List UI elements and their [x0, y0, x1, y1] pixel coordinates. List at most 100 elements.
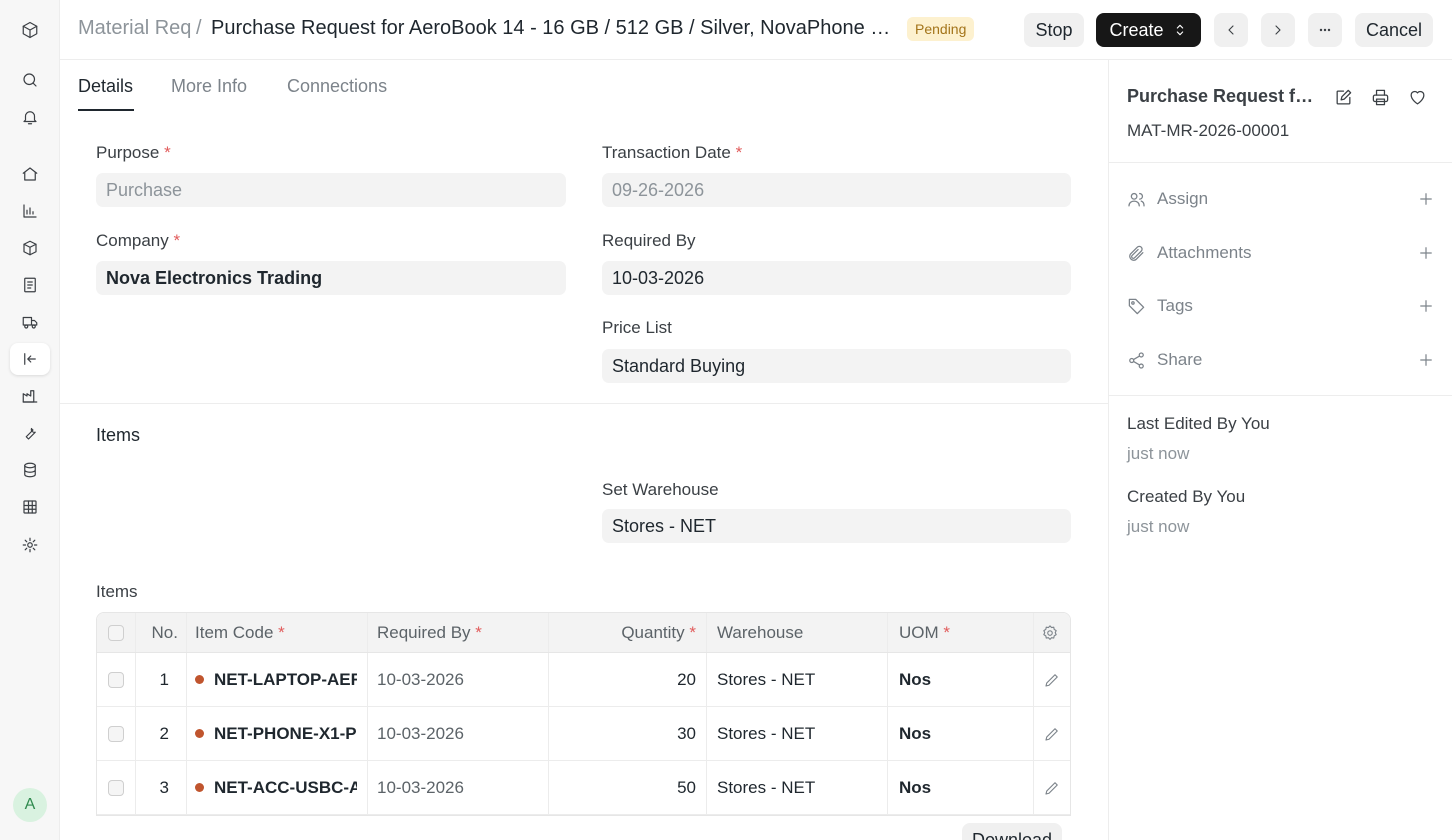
add-attachment-plus-icon[interactable] [1417, 244, 1437, 264]
row-warehouse[interactable]: Stores - NET [717, 707, 887, 760]
avatar[interactable]: A [13, 788, 47, 822]
row-item-code[interactable]: NET-PHONE-X1-PRO [195, 707, 357, 760]
tab-details[interactable]: Details [78, 76, 133, 97]
edit-row-pencil-icon[interactable] [1043, 653, 1063, 706]
app-logo-icon[interactable] [10, 14, 50, 46]
row-checkbox[interactable] [108, 761, 128, 814]
truck-icon[interactable] [10, 306, 50, 338]
database-icon[interactable] [10, 454, 50, 486]
edit-icon[interactable] [1331, 85, 1355, 109]
document-id: MAT-MR-2026-00001 [1127, 121, 1290, 140]
header-quantity: Quantity * [621, 622, 696, 642]
row-required-by[interactable]: 10-03-2026 [377, 707, 547, 760]
select-all-checkbox[interactable] [108, 613, 128, 652]
collapse-icon[interactable] [10, 343, 50, 375]
chevron-left-icon [1223, 22, 1239, 38]
items-table: No. Item Code * Required By * Quantity *… [96, 612, 1071, 816]
breadcrumb-separator: / [196, 17, 202, 39]
bell-icon[interactable] [10, 101, 50, 133]
share-icon [1127, 351, 1147, 371]
row-no: 3 [159, 777, 169, 797]
tags-row[interactable]: Tags [1127, 295, 1437, 319]
home-icon[interactable] [10, 158, 50, 190]
row-item-code[interactable]: NET-ACC-USBC-ADAPTER [195, 761, 357, 814]
attachments-label: Attachments [1157, 243, 1252, 262]
create-button[interactable]: Create [1096, 13, 1201, 47]
row-no: 2 [159, 723, 169, 743]
header-uom: UOM * [899, 622, 951, 642]
required-by-label: Required By [602, 231, 696, 250]
required-by-field[interactable]: 10-03-2026 [602, 261, 1071, 295]
previous-button[interactable] [1214, 13, 1248, 47]
wrench-icon[interactable] [10, 417, 50, 449]
row-warehouse[interactable]: Stores - NET [717, 761, 887, 814]
page-title: Purchase Request for AeroBook 14 - 16 GB… [211, 17, 896, 39]
row-quantity[interactable]: 20 [549, 653, 696, 706]
last-edited-time: just now [1127, 444, 1190, 463]
row-required-by[interactable]: 10-03-2026 [377, 761, 547, 814]
table-row[interactable]: 1 NET-LAPTOP-AERO14 10-03-2026 20 Stores… [97, 653, 1070, 707]
add-assign-plus-icon[interactable] [1417, 190, 1437, 210]
edit-row-pencil-icon[interactable] [1043, 707, 1063, 760]
heart-icon[interactable] [1405, 85, 1429, 109]
row-item-code[interactable]: NET-LAPTOP-AERO14 [195, 653, 357, 706]
row-warehouse[interactable]: Stores - NET [717, 653, 887, 706]
row-quantity[interactable]: 50 [549, 761, 696, 814]
tab-connections[interactable]: Connections [287, 76, 387, 97]
stop-button[interactable]: Stop [1024, 13, 1084, 47]
cancel-button[interactable]: Cancel [1355, 13, 1433, 47]
breadcrumb-material-request[interactable]: Material Request [78, 17, 192, 40]
more-actions-button[interactable] [1308, 13, 1342, 47]
column-settings-gear-icon[interactable] [1041, 613, 1063, 652]
chart-icon[interactable] [10, 195, 50, 227]
row-required-by[interactable]: 10-03-2026 [377, 653, 547, 706]
row-checkbox[interactable] [108, 653, 128, 706]
document-icon[interactable] [10, 269, 50, 301]
row-quantity[interactable]: 30 [549, 707, 696, 760]
tag-icon [1127, 297, 1147, 317]
active-tab-indicator [78, 109, 134, 111]
status-badge: Pending [907, 17, 975, 41]
header-required-by: Required By * [377, 622, 482, 642]
row-uom[interactable]: Nos [899, 707, 1029, 760]
factory-icon[interactable] [10, 380, 50, 412]
sidebar-divider [1109, 162, 1452, 163]
header-warehouse: Warehouse [717, 622, 804, 642]
tab-more-info[interactable]: More Info [171, 76, 247, 97]
row-checkbox[interactable] [108, 707, 128, 760]
assign-row[interactable]: Assign [1127, 188, 1437, 212]
chevron-right-icon [1270, 22, 1286, 38]
price-list-field[interactable]: Standard Buying [602, 349, 1071, 383]
add-tag-plus-icon[interactable] [1417, 297, 1437, 317]
sidebar-divider [1109, 395, 1452, 396]
share-label: Share [1157, 350, 1203, 369]
next-button[interactable] [1261, 13, 1295, 47]
download-button[interactable]: Download [962, 823, 1063, 840]
row-uom[interactable]: Nos [899, 761, 1029, 814]
document-sidebar: Purchase Request for AeroBook 14 MAT-MR-… [1108, 60, 1452, 840]
created-time: just now [1127, 517, 1190, 536]
row-uom[interactable]: Nos [899, 653, 1029, 706]
set-warehouse-field[interactable]: Stores - NET [602, 509, 1071, 543]
create-button-label: Create [1109, 19, 1164, 40]
table-icon[interactable] [10, 491, 50, 523]
search-icon[interactable] [10, 64, 50, 96]
attachments-row[interactable]: Attachments [1127, 242, 1437, 266]
table-row[interactable]: 3 NET-ACC-USBC-ADAPTER 10-03-2026 50 Sto… [97, 761, 1070, 815]
assign-label: Assign [1157, 189, 1209, 208]
share-row[interactable]: Share [1127, 349, 1437, 373]
edit-row-pencil-icon[interactable] [1043, 761, 1063, 814]
transaction-date-label: Transaction Date * [602, 143, 743, 162]
box-icon[interactable] [10, 232, 50, 264]
table-row[interactable]: 2 NET-PHONE-X1-PRO 10-03-2026 30 Stores … [97, 707, 1070, 761]
add-share-plus-icon[interactable] [1417, 351, 1437, 371]
items-table-label: Items [96, 582, 138, 601]
company-field[interactable]: Nova Electronics Trading [96, 261, 566, 295]
set-warehouse-label: Set Warehouse [602, 480, 719, 499]
section-divider [60, 403, 1108, 404]
print-icon[interactable] [1368, 85, 1392, 109]
tags-label: Tags [1157, 296, 1193, 315]
paperclip-icon [1127, 244, 1147, 264]
last-edited-label: Last Edited By You [1127, 414, 1270, 433]
gear-icon[interactable] [10, 529, 50, 561]
